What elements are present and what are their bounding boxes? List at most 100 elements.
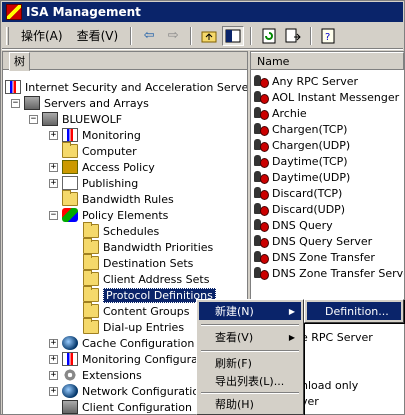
tree-item-monitoring[interactable]: + Monitoring <box>49 127 141 143</box>
tree-item-label: Monitoring <box>82 128 141 142</box>
toolbar-separator <box>310 26 313 45</box>
name-column-header[interactable]: Name <box>251 52 404 70</box>
list-item-partial[interactable]: nload only <box>301 377 358 393</box>
action-menu[interactable]: 操作(A) <box>15 25 69 46</box>
list-item[interactable]: DNS Query Server <box>253 233 372 249</box>
list-item[interactable]: Discard(TCP) <box>253 185 342 201</box>
tree-item-label: Network Configuration <box>82 384 207 398</box>
tree-item-network-configuration[interactable]: + Network Configuration <box>49 383 206 399</box>
context-menu-new[interactable]: 新建(N) ▶ <box>199 302 301 320</box>
list-item[interactable]: AOL Instant Messenger <box>253 89 399 105</box>
show-hide-tree-icon[interactable] <box>222 25 245 46</box>
tree-item-client-configuration[interactable]: Client Configuration <box>49 399 192 414</box>
tree-item-label: Computer <box>82 144 137 158</box>
expand-icon[interactable]: + <box>49 338 58 348</box>
tree-item-cache-configuration[interactable]: + Cache Configuration <box>49 335 194 351</box>
help-icon[interactable]: ? <box>318 26 340 46</box>
tree-tab[interactable]: 树 <box>9 52 30 71</box>
context-menu-export-list[interactable]: 导出列表(L)... <box>199 372 301 390</box>
context-menu: 新建(N) ▶ 查看(V) ▶ 刷新(F) 导出列表(L)... 帮助(H) <box>196 299 304 415</box>
list-item-label: Any RPC Server <box>272 74 359 88</box>
app-window: ISA Management 操作(A) 查看(V) ⇦ ⇨ ? 树 Inter… <box>0 0 405 415</box>
collapse-icon[interactable]: − <box>29 114 38 124</box>
view-menu[interactable]: 查看(V) <box>71 25 125 46</box>
list-item[interactable]: DNS Query <box>253 217 333 233</box>
forward-arrow-icon[interactable]: ⇨ <box>162 26 184 46</box>
back-arrow-icon[interactable]: ⇦ <box>138 26 160 46</box>
network-icon <box>62 384 78 398</box>
expand-icon[interactable]: + <box>49 386 58 396</box>
window-title: ISA Management <box>26 5 141 19</box>
folder-icon <box>83 222 99 238</box>
servers-icon <box>24 96 40 110</box>
toolbar-grip <box>6 26 9 45</box>
collapse-icon[interactable]: − <box>11 98 20 108</box>
menu-separator <box>201 350 299 352</box>
list-item-partial[interactable]: e RPC Server <box>301 329 373 345</box>
tree-item-content-groups[interactable]: Content Groups <box>83 302 189 319</box>
tree-item-client-address-sets[interactable]: Client Address Sets <box>83 270 209 287</box>
tree-item-root[interactable]: Internet Security and Acceleration Serve… <box>5 79 247 95</box>
expand-icon[interactable]: + <box>49 370 58 380</box>
tree-item-extensions[interactable]: + Extensions <box>49 367 142 383</box>
up-folder-icon[interactable] <box>198 26 220 46</box>
context-menu-view[interactable]: 查看(V) ▶ <box>199 328 301 346</box>
tree-item-destination-sets[interactable]: Destination Sets <box>83 254 193 271</box>
context-menu-help-label: 帮助(H) <box>215 398 254 411</box>
folder-icon <box>83 270 99 286</box>
context-menu-refresh[interactable]: 刷新(F) <box>199 354 301 372</box>
toolbar: 操作(A) 查看(V) ⇦ ⇨ ? <box>2 23 403 49</box>
tree-item-publishing[interactable]: + Publishing <box>49 175 138 191</box>
list-item[interactable]: Chargen(TCP) <box>253 121 347 137</box>
tree-item-policy-elements[interactable]: − Policy Elements <box>49 207 168 223</box>
list-item[interactable]: Discard(UDP) <box>253 201 345 217</box>
protocol-definition-icon <box>253 266 269 280</box>
tree-item-label: Access Policy <box>82 160 155 174</box>
tree-item-bluewolf[interactable]: − BLUEWOLF <box>29 111 122 127</box>
list-item-label: Chargen(TCP) <box>272 122 348 136</box>
folder-icon <box>62 190 78 206</box>
protocol-definition-icon <box>253 234 269 248</box>
tree-item-monitoring-configuration[interactable]: + Monitoring Configuration <box>49 351 219 367</box>
expand-icon[interactable]: + <box>49 178 58 188</box>
list-item[interactable]: Chargen(UDP) <box>253 137 350 153</box>
context-menu-help[interactable]: 帮助(H) <box>199 395 301 413</box>
tree-item-schedules[interactable]: Schedules <box>83 222 159 239</box>
list-item-label: Discard(UDP) <box>272 202 346 216</box>
protocol-definition-icon <box>253 202 269 216</box>
expand-icon[interactable]: + <box>49 354 58 364</box>
tree-item-servers-and-arrays[interactable]: − Servers and Arrays <box>11 95 149 111</box>
expand-icon[interactable]: + <box>49 130 58 140</box>
list-item[interactable]: DNS Zone Transfer <box>253 249 375 265</box>
folder-icon <box>83 318 99 334</box>
list-item[interactable]: Daytime(UDP) <box>253 169 350 185</box>
tree-item-bandwidth-rules[interactable]: Bandwidth Rules <box>49 190 174 207</box>
submenu-definition[interactable]: Definition... <box>307 302 401 320</box>
folder-icon <box>83 286 99 302</box>
export-icon[interactable] <box>282 26 304 46</box>
list-item[interactable]: DNS Zone Transfer Server <box>253 265 404 281</box>
cache-icon <box>62 336 78 350</box>
protocol-definition-icon <box>253 90 269 104</box>
list-item-label: Discard(TCP) <box>272 186 343 200</box>
collapse-icon[interactable]: − <box>49 210 58 220</box>
protocol-definition-icon <box>253 106 269 120</box>
list-item-label: Daytime(TCP) <box>272 154 348 168</box>
tree-item-computer[interactable]: Computer <box>49 142 137 159</box>
list-item-label: nload only <box>301 378 359 392</box>
submenu-definition-label: Definition... <box>325 304 389 318</box>
tree-item-bandwidth-priorities[interactable]: Bandwidth Priorities <box>83 238 213 255</box>
tree-item-label: Publishing <box>82 176 139 190</box>
list-item[interactable]: Daytime(TCP) <box>253 153 348 169</box>
tree-item-dial-up-entries[interactable]: Dial-up Entries <box>83 318 185 335</box>
tree-item-label: Servers and Arrays <box>44 96 149 110</box>
refresh-icon[interactable] <box>258 26 280 46</box>
list-item[interactable]: Archie <box>253 105 307 121</box>
tree-item-access-policy[interactable]: + Access Policy <box>49 159 155 175</box>
context-menu-view-label: 查看(V) <box>215 331 254 344</box>
isa-app-icon <box>6 4 22 20</box>
list-item[interactable]: Any RPC Server <box>253 73 358 89</box>
folder-icon <box>62 142 78 158</box>
tree-item-label: Dial-up Entries <box>103 320 185 334</box>
expand-icon[interactable]: + <box>49 162 58 172</box>
